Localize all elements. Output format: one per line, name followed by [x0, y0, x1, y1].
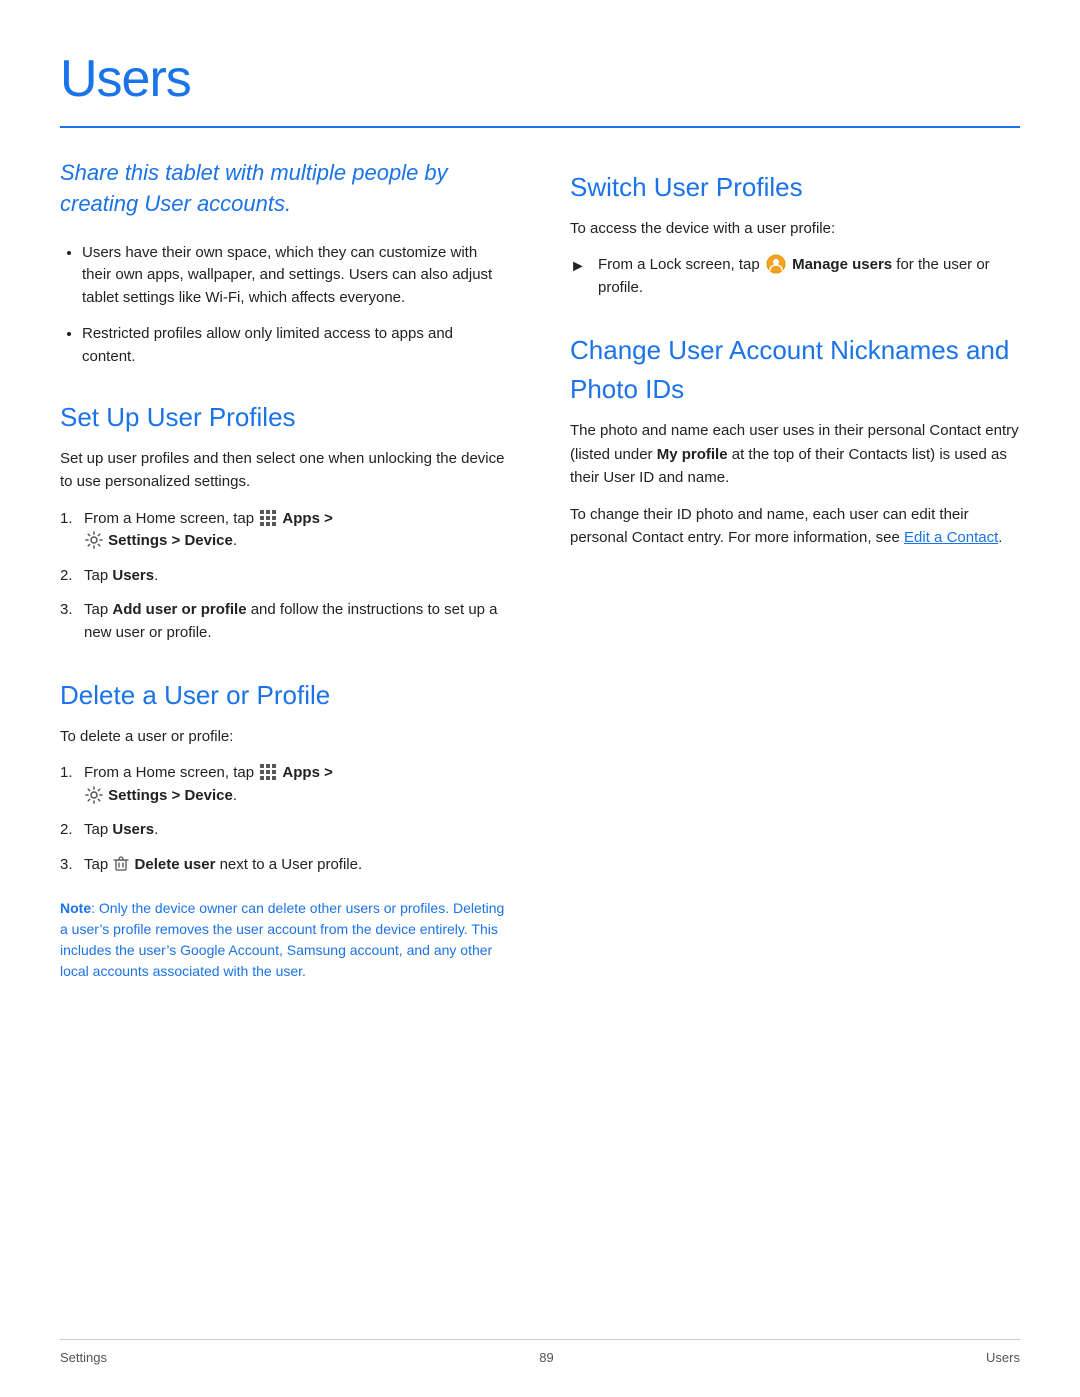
apps-icon	[259, 509, 277, 527]
page-footer: Settings 89 Users	[60, 1339, 1020, 1368]
settings-gear-icon	[85, 531, 103, 549]
apps-icon-2	[259, 763, 277, 781]
two-column-layout: Share this tablet with multiple people b…	[60, 158, 1020, 982]
trash-icon	[113, 856, 129, 872]
arrow-icon: ►	[570, 255, 588, 279]
change-section-title: Change User Account Nicknames and Photo …	[570, 331, 1020, 409]
delete-step-1: 1. From a Home screen, tap	[60, 762, 510, 807]
set-up-step-1: 1. From a Home screen, tap	[60, 508, 510, 553]
delete-step-3: 3. Tap Delete user	[60, 854, 510, 877]
delete-section: Delete a User or Profile To delete a use…	[60, 676, 510, 982]
bullet-item-1: Users have their own space, which they c…	[82, 242, 510, 310]
delete-step-2: 2. Tap Users.	[60, 819, 510, 842]
settings-gear-icon-2	[85, 786, 103, 804]
bullet-item-2: Restricted profiles allow only limited a…	[82, 323, 510, 368]
edit-contact-link[interactable]: Edit a Contact	[904, 529, 998, 546]
set-up-body: Set up user profiles and then select one…	[60, 447, 510, 494]
delete-body: To delete a user or profile:	[60, 725, 510, 748]
switch-section-title: Switch User Profiles	[570, 168, 1020, 207]
set-up-steps: 1. From a Home screen, tap	[60, 508, 510, 645]
bullet-list: Users have their own space, which they c…	[60, 242, 510, 369]
intro-text: Share this tablet with multiple people b…	[60, 158, 510, 220]
note-label: Note	[60, 900, 91, 916]
delete-section-title: Delete a User or Profile	[60, 676, 510, 715]
set-up-step-2: 2. Tap Users.	[60, 565, 510, 588]
change-section: Change User Account Nicknames and Photo …	[570, 331, 1020, 549]
page: Users Share this tablet with multiple pe…	[0, 0, 1080, 1062]
left-column: Share this tablet with multiple people b…	[60, 158, 510, 982]
set-up-section-title: Set Up User Profiles	[60, 398, 510, 437]
change-para2: To change their ID photo and name, each …	[570, 503, 1020, 550]
switch-step: ► From a Lock screen, tap Manage users f…	[570, 254, 1020, 299]
footer-center: 89	[539, 1348, 553, 1368]
note-text: Note: Only the device owner can delete o…	[60, 898, 510, 982]
footer-right: Users	[986, 1348, 1020, 1368]
manage-users-icon	[766, 254, 786, 274]
change-para1: The photo and name each user uses in the…	[570, 419, 1020, 489]
footer-left: Settings	[60, 1348, 107, 1368]
set-up-step-3: 3. Tap Add user or profile and follow th…	[60, 599, 510, 644]
right-column: Switch User Profiles To access the devic…	[570, 158, 1020, 982]
delete-steps: 1. From a Home screen, tap	[60, 762, 510, 876]
title-divider	[60, 126, 1020, 128]
switch-body: To access the device with a user profile…	[570, 217, 1020, 240]
page-title: Users	[60, 40, 1020, 118]
